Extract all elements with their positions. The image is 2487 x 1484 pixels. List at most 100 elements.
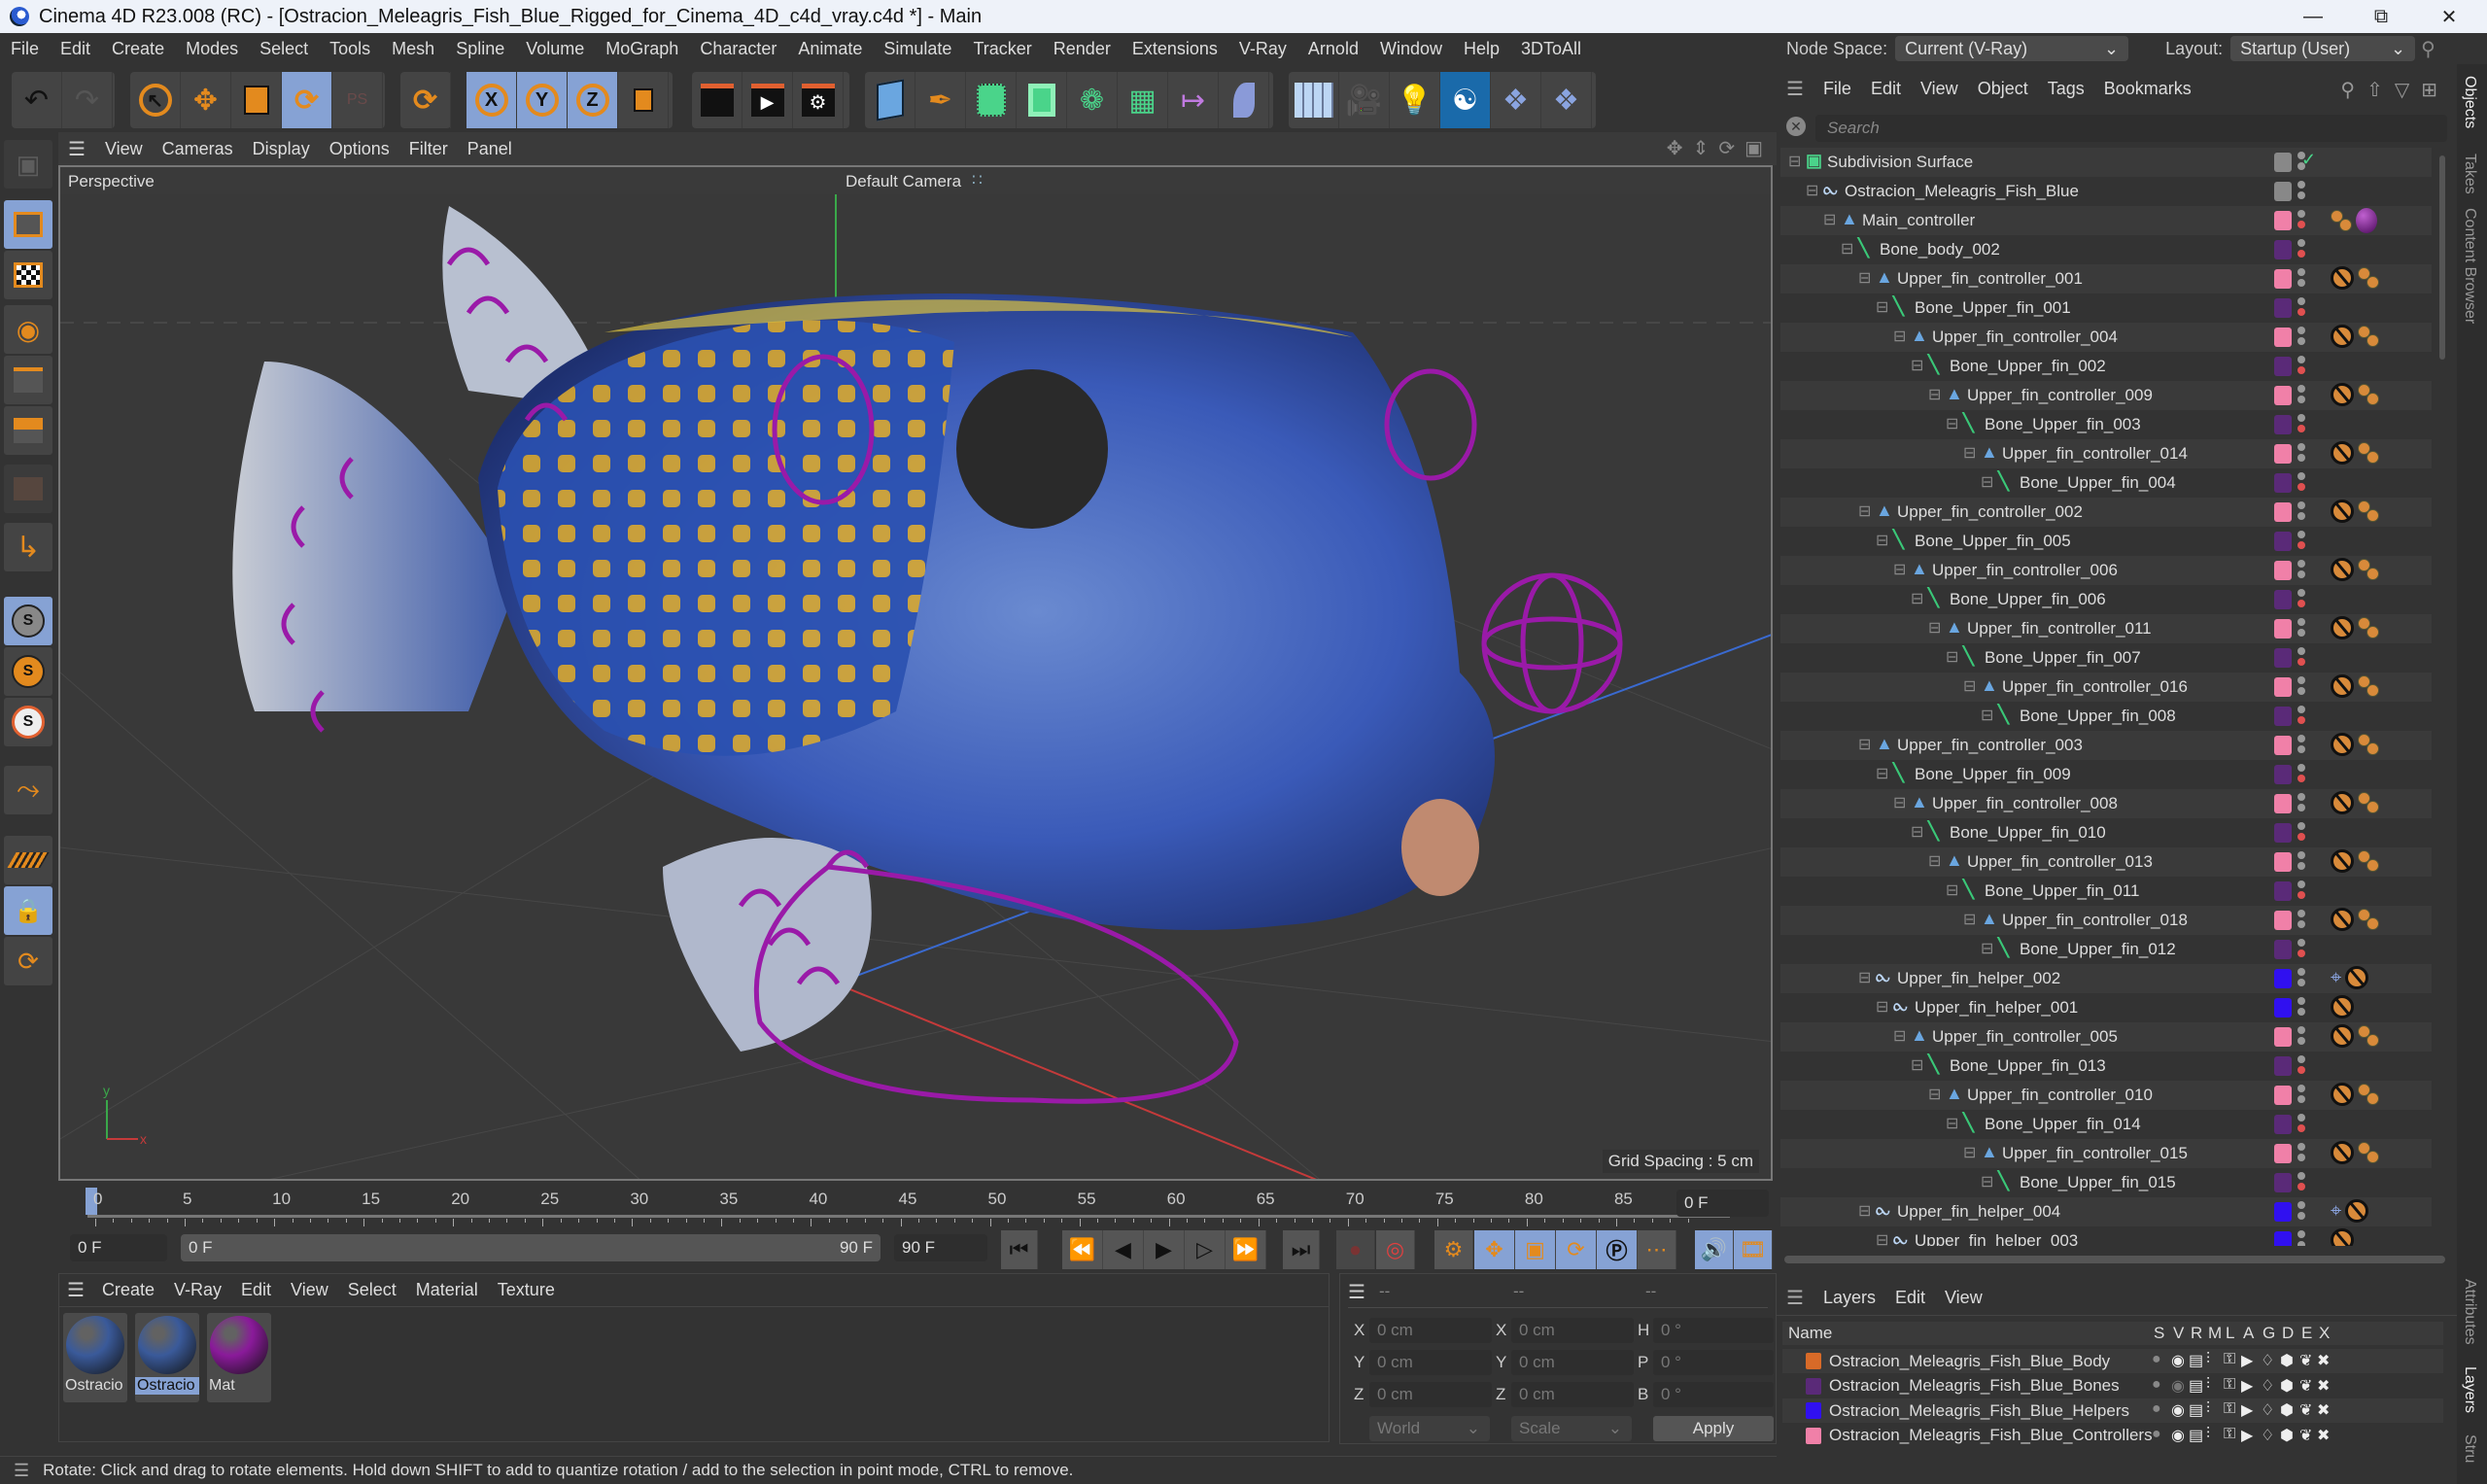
lock-workplane-button[interactable]: 🔒 [4, 886, 52, 935]
tab-takes[interactable]: Takes [2461, 154, 2478, 194]
menu-animate[interactable]: Animate [787, 39, 873, 59]
object-row[interactable]: ⊟ ⧜ Upper_fin_helper_003 [1780, 1226, 2432, 1246]
layer-color-swatch[interactable] [2274, 677, 2292, 697]
film-button[interactable]: 🎞 [1734, 1230, 1773, 1269]
expand-toggle-icon[interactable]: ⊟ [1963, 676, 1976, 696]
protection-tag-icon[interactable] [2331, 1083, 2354, 1106]
manager-icon[interactable]: ⫶ [2206, 1351, 2210, 1368]
visibility-dots[interactable] [2297, 268, 2305, 290]
layer-color-swatch[interactable] [2274, 794, 2292, 813]
object-search-input[interactable]: Search [1815, 115, 2447, 142]
vertical-scrollbar[interactable] [2439, 155, 2445, 360]
dolly-icon[interactable]: ⇕ [1693, 136, 1710, 160]
psr-tool-button[interactable]: PS [332, 72, 383, 128]
hamburger-icon[interactable]: ☰ [0, 1461, 43, 1481]
editor-visibility-dot[interactable] [2297, 589, 2305, 597]
editor-visibility-dot[interactable] [2297, 356, 2305, 363]
editor-visibility-dot[interactable] [2297, 939, 2305, 947]
scale-tool-button[interactable] [231, 72, 282, 128]
viewport-menu-options[interactable]: Options [320, 139, 399, 159]
ik-tag-icon[interactable] [2358, 384, 2379, 405]
cube-button[interactable] [865, 72, 915, 128]
editor-visibility-dot[interactable] [2297, 910, 2305, 917]
up-arrow-icon[interactable]: ⇧ [2366, 78, 2383, 102]
editor-visibility-dot[interactable] [2297, 414, 2305, 422]
object-row[interactable]: ⊟ ⧜ Upper_fin_helper_001 [1780, 993, 2432, 1022]
align-workplane-button[interactable]: ⟳ [4, 937, 52, 985]
ik-tag-icon[interactable] [2358, 1084, 2379, 1105]
object-row[interactable]: ⊟ ╲ Bone_Upper_fin_007 [1780, 643, 2432, 673]
key-pla-button[interactable]: ⋯ [1638, 1230, 1676, 1269]
menu-simulate[interactable]: Simulate [873, 39, 962, 59]
editor-visibility-dot[interactable] [2297, 1172, 2305, 1180]
object-row[interactable]: ⊟ ▲ Upper_fin_controller_003 [1780, 731, 2432, 760]
menu-character[interactable]: Character [689, 39, 787, 59]
object-row[interactable]: ⊟ ▲ Upper_fin_controller_014 [1780, 439, 2432, 468]
expand-toggle-icon[interactable]: ⊟ [1858, 268, 1871, 288]
ik-tag-icon[interactable] [2358, 734, 2379, 755]
render-icon[interactable]: ▤ [2189, 1376, 2203, 1396]
editor-visibility-dot[interactable] [2297, 181, 2305, 189]
viewport-menu-filter[interactable]: Filter [399, 139, 458, 159]
generator-icon[interactable]: ♢ [2261, 1376, 2274, 1396]
undo-button[interactable]: ↶ [12, 72, 62, 128]
visibility-dots[interactable] [2297, 472, 2305, 494]
ik-tag-icon[interactable] [2358, 500, 2379, 522]
object-row[interactable]: ⊟ ╲ Bone_Upper_fin_001 [1780, 293, 2432, 323]
protection-tag-icon[interactable] [2331, 383, 2354, 406]
editor-visibility-dot[interactable] [2297, 472, 2305, 480]
layer-column-r[interactable]: R [2191, 1324, 2202, 1343]
ik-tag-icon[interactable] [2358, 267, 2379, 289]
menu-mesh[interactable]: Mesh [381, 39, 445, 59]
layer-color-swatch[interactable] [2274, 240, 2292, 259]
menu-spline[interactable]: Spline [445, 39, 515, 59]
visible-icon[interactable]: ◉ [2171, 1351, 2185, 1370]
editor-visibility-dot[interactable] [2297, 268, 2305, 276]
editor-visibility-dot[interactable] [2297, 793, 2305, 801]
object-row[interactable]: ⊟ ⧜ Upper_fin_helper_002 ⌖ [1780, 964, 2432, 993]
layer-color-swatch[interactable] [2274, 444, 2292, 464]
object-menu-file[interactable]: File [1813, 79, 1861, 99]
expand-toggle-icon[interactable]: ⊟ [1876, 297, 1888, 317]
hamburger-icon[interactable]: ☰ [1777, 77, 1813, 101]
layer-color-swatch[interactable] [2274, 881, 2292, 901]
layer-color-swatch[interactable] [2274, 1173, 2292, 1192]
animation-icon[interactable]: ▶ [2241, 1400, 2253, 1420]
object-row[interactable]: ⊟ ▲ Upper_fin_controller_010 [1780, 1081, 2432, 1110]
object-row[interactable]: ⊟ ▲ Upper_fin_controller_009 [1780, 381, 2432, 410]
lock-icon[interactable]: ⚿ [2224, 1376, 2235, 1394]
keyframe-settings-button[interactable]: ⚙ [1434, 1230, 1473, 1269]
layer-color-swatch[interactable] [2274, 940, 2292, 959]
object-row[interactable]: ⊟ ╲ Bone_Upper_fin_012 [1780, 935, 2432, 964]
layer-color-swatch[interactable] [2274, 852, 2292, 872]
visibility-dots[interactable] [2297, 764, 2305, 785]
visibility-dots[interactable] [2297, 560, 2305, 581]
editor-visibility-dot[interactable] [2297, 1085, 2305, 1092]
visibility-dots[interactable] [2297, 822, 2305, 844]
layer-color-swatch[interactable] [2274, 619, 2292, 638]
tab-structure[interactable]: Stru [2461, 1434, 2478, 1463]
model-mode-button[interactable] [4, 200, 52, 249]
layer-column-d[interactable]: D [2282, 1324, 2294, 1343]
object-row[interactable]: ⊟ ▣ Subdivision Surface ✓ [1780, 148, 2432, 177]
editor-visibility-dot[interactable] [2297, 443, 2305, 451]
protection-tag-icon[interactable] [2331, 616, 2354, 639]
editor-visibility-dot[interactable] [2297, 1201, 2305, 1209]
frame-range-slider[interactable]: 0 F 90 F [181, 1234, 881, 1261]
menu-file[interactable]: File [0, 39, 50, 59]
protection-tag-icon[interactable] [2331, 441, 2354, 465]
layer-column-x[interactable]: X [2319, 1324, 2330, 1343]
render-visibility-dot[interactable] [2297, 541, 2305, 549]
ik-tag-icon[interactable] [2358, 1142, 2379, 1163]
expand-toggle-icon[interactable]: ⊟ [1858, 1201, 1871, 1221]
expand-toggle-icon[interactable]: ⊟ [1981, 706, 1993, 725]
move-tool-button[interactable]: ✥ [181, 72, 231, 128]
render-visibility-dot[interactable] [2297, 250, 2305, 258]
expand-toggle-icon[interactable]: ⊟ [1963, 910, 1976, 929]
layer-color-swatch[interactable] [2274, 1086, 2292, 1105]
material-menu-edit[interactable]: Edit [231, 1280, 281, 1300]
protection-tag-icon[interactable] [2331, 500, 2354, 523]
protection-tag-icon[interactable] [2345, 966, 2369, 989]
object-row[interactable]: ⊟ ▲ Upper_fin_controller_015 [1780, 1139, 2432, 1168]
render-visibility-dot[interactable] [2297, 862, 2305, 870]
